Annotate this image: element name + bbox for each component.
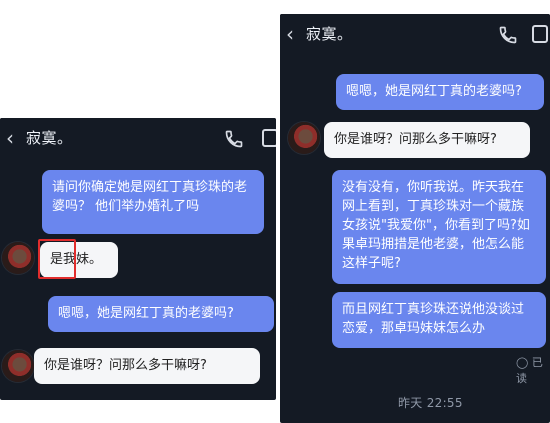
- avatar: [2, 350, 34, 382]
- square-icon[interactable]: [532, 25, 548, 43]
- chat-title: 寂寞。: [306, 25, 353, 43]
- message-outgoing: 嗯嗯，她是网红丁真的老婆吗?: [336, 74, 544, 110]
- message-outgoing: 而且网红丁真珍珠还说他没谈过恋爱，那卓玛妹妹怎么办: [332, 292, 546, 348]
- avatar: [288, 122, 320, 154]
- message-outgoing: 嗯嗯，她是网红丁真的老婆吗?: [48, 296, 274, 332]
- chat-screenshot-right: ‹ 寂寞。 嗯嗯，她是网红丁真的老婆吗? 你是谁呀？问那么多干嘛呀? 没有没有，…: [280, 14, 550, 423]
- highlight-box: [38, 239, 76, 279]
- chevron-left-icon[interactable]: ‹: [286, 24, 300, 44]
- chat-header: ‹ 寂寞。: [280, 14, 550, 54]
- chat-screenshot-left: ‹ 寂寞。 请问你确定她是网红丁真珍珠的老婆吗？ 他们举办婚礼了吗 是我妹。 嗯…: [0, 118, 276, 400]
- check-circle-icon: ◯: [516, 356, 529, 369]
- message-incoming: 你是谁呀？问那么多干嘛呀?: [34, 348, 260, 384]
- timestamp: 昨天 22:55: [398, 396, 463, 410]
- message-outgoing: 请问你确定她是网红丁真珍珠的老婆吗？ 他们举办婚礼了吗: [42, 170, 264, 234]
- chat-title: 寂寞。: [26, 129, 73, 147]
- message-outgoing: 没有没有，你听我说。昨天我在网上看到，丁真珍珠对一个藏族女孩说"我爱你"，你看到…: [332, 170, 546, 284]
- chevron-left-icon[interactable]: ‹: [6, 128, 20, 148]
- avatar: [2, 242, 34, 274]
- square-icon[interactable]: [262, 129, 276, 147]
- chat-header: ‹ 寂寞。: [0, 118, 276, 158]
- phone-icon[interactable]: [498, 25, 518, 45]
- read-status: ◯ 已读: [516, 354, 550, 386]
- message-incoming: 你是谁呀？问那么多干嘛呀?: [324, 122, 530, 158]
- phone-icon[interactable]: [224, 129, 244, 149]
